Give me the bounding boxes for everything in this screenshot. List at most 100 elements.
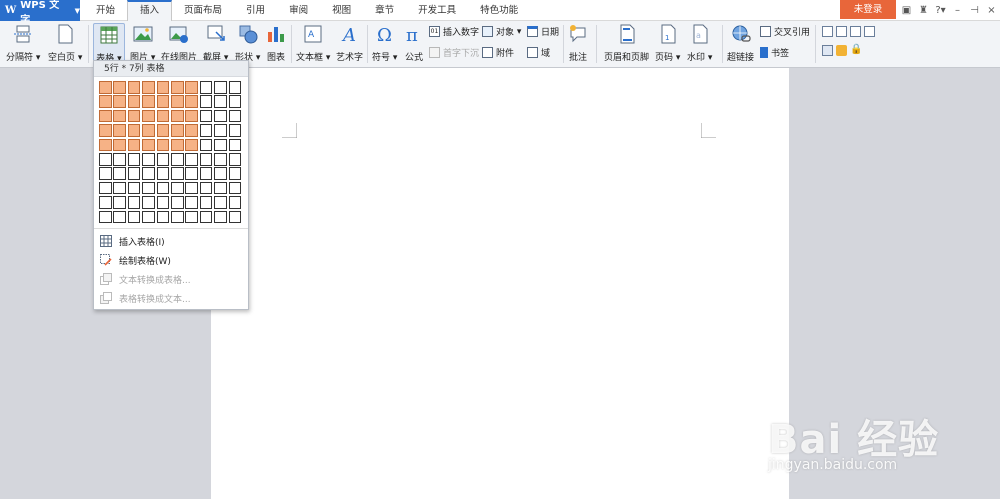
table-size-cell[interactable] bbox=[142, 81, 155, 94]
table-size-cell[interactable] bbox=[113, 152, 126, 166]
table-size-cell[interactable] bbox=[113, 210, 126, 224]
table-size-cell[interactable] bbox=[127, 124, 141, 137]
table-size-cell[interactable] bbox=[214, 152, 227, 166]
watermark-button[interactable]: a 水印 ▾ bbox=[687, 24, 712, 63]
table-size-cell[interactable] bbox=[199, 210, 213, 224]
date-button[interactable]: 日期 bbox=[527, 25, 559, 38]
table-size-cell[interactable] bbox=[99, 196, 112, 209]
table-size-cell[interactable] bbox=[127, 167, 141, 180]
insert-table-menu-item[interactable]: 插入表格(I) bbox=[100, 232, 165, 250]
blank-page-button[interactable]: 空白页 ▾ bbox=[48, 24, 82, 63]
table-size-cell[interactable] bbox=[199, 196, 213, 209]
page-number-button[interactable]: 1 页码 ▾ bbox=[655, 24, 680, 63]
picture-button[interactable]: 图片 ▾ bbox=[130, 24, 155, 63]
form-checkbox-icon[interactable] bbox=[836, 26, 847, 37]
comment-button[interactable]: 批注 bbox=[568, 24, 588, 63]
table-size-cell[interactable] bbox=[156, 81, 170, 94]
table-size-cell[interactable] bbox=[99, 81, 112, 94]
table-size-cell[interactable] bbox=[199, 138, 213, 152]
textbox-button[interactable]: A 文本框 ▾ bbox=[296, 24, 330, 63]
table-size-cell[interactable] bbox=[156, 109, 170, 123]
table-size-cell[interactable] bbox=[185, 167, 198, 180]
table-size-cell[interactable] bbox=[113, 181, 126, 195]
table-size-cell[interactable] bbox=[170, 95, 184, 108]
formula-button[interactable]: π 公式 bbox=[404, 24, 424, 63]
table-size-cell[interactable] bbox=[142, 138, 155, 152]
table-size-cell[interactable] bbox=[170, 210, 184, 224]
table-size-cell[interactable] bbox=[170, 81, 184, 94]
table-size-cell[interactable] bbox=[185, 181, 198, 195]
table-size-cell[interactable] bbox=[156, 196, 170, 209]
table-size-cell[interactable] bbox=[185, 95, 198, 108]
table-size-cell[interactable] bbox=[113, 196, 126, 209]
table-size-cell[interactable] bbox=[99, 167, 112, 180]
text-to-table-menu-item[interactable]: 文本转换成表格... bbox=[100, 270, 191, 288]
table-size-cell[interactable] bbox=[214, 196, 227, 209]
form-list-icon[interactable] bbox=[864, 26, 875, 37]
table-size-cell[interactable] bbox=[214, 81, 227, 94]
form-design-icon[interactable] bbox=[822, 45, 833, 56]
table-size-cell[interactable] bbox=[99, 138, 112, 152]
table-size-cell[interactable] bbox=[127, 109, 141, 123]
table-size-cell[interactable] bbox=[185, 124, 198, 137]
table-size-cell[interactable] bbox=[199, 152, 213, 166]
table-size-cell[interactable] bbox=[228, 167, 242, 180]
table-size-cell[interactable] bbox=[228, 152, 242, 166]
table-size-cell[interactable] bbox=[170, 109, 184, 123]
table-size-cell[interactable] bbox=[156, 152, 170, 166]
tab-view[interactable]: 视图 bbox=[320, 0, 363, 21]
table-button[interactable]: 表格 ▾ bbox=[93, 23, 125, 65]
wordart-button[interactable]: A 艺术字 bbox=[336, 24, 363, 63]
lock-icon[interactable]: 🔒 bbox=[850, 45, 862, 56]
drop-cap-button[interactable]: 首字下沉 bbox=[429, 46, 479, 59]
table-size-cell[interactable] bbox=[127, 210, 141, 224]
table-size-cell[interactable] bbox=[228, 181, 242, 195]
table-size-cell[interactable] bbox=[228, 81, 242, 94]
shapes-button[interactable]: 形状 ▾ bbox=[235, 24, 260, 63]
online-picture-button[interactable]: 在线图片 bbox=[161, 24, 197, 63]
table-size-cell[interactable] bbox=[214, 109, 227, 123]
table-size-cell[interactable] bbox=[228, 196, 242, 209]
table-size-cell[interactable] bbox=[99, 109, 112, 123]
table-size-cell[interactable] bbox=[170, 138, 184, 152]
tab-insert[interactable]: 插入 bbox=[127, 0, 173, 22]
table-size-cell[interactable] bbox=[142, 210, 155, 224]
hyperlink-button[interactable]: 超链接 bbox=[727, 24, 754, 63]
object-button[interactable]: 对象 ▾ bbox=[482, 25, 521, 38]
tab-section[interactable]: 章节 bbox=[363, 0, 406, 21]
table-size-cell[interactable] bbox=[127, 81, 141, 94]
form-textbox-icon[interactable] bbox=[822, 26, 833, 37]
attachment-button[interactable]: 附件 bbox=[482, 46, 514, 59]
chart-button[interactable]: 图表 bbox=[266, 24, 286, 63]
table-size-cell[interactable] bbox=[99, 124, 112, 137]
table-size-cell[interactable] bbox=[199, 81, 213, 94]
header-footer-button[interactable]: 页眉和页脚 bbox=[604, 24, 649, 63]
table-size-cell[interactable] bbox=[214, 210, 227, 224]
table-size-cell[interactable] bbox=[99, 210, 112, 224]
table-size-cell[interactable] bbox=[170, 152, 184, 166]
cross-reference-button[interactable]: 交叉引用 bbox=[760, 25, 810, 38]
table-size-cell[interactable] bbox=[228, 95, 242, 108]
table-size-cell[interactable] bbox=[170, 124, 184, 137]
table-size-cell[interactable] bbox=[185, 210, 198, 224]
tab-review[interactable]: 审阅 bbox=[277, 0, 320, 21]
table-size-cell[interactable] bbox=[170, 181, 184, 195]
page-break-button[interactable]: 分隔符 ▾ bbox=[6, 24, 40, 63]
tab-developer[interactable]: 开发工具 bbox=[406, 0, 468, 21]
table-size-cell[interactable] bbox=[228, 109, 242, 123]
table-size-cell[interactable] bbox=[185, 196, 198, 209]
eraser-icon[interactable] bbox=[836, 45, 847, 56]
table-size-cell[interactable] bbox=[228, 124, 242, 137]
table-size-cell[interactable] bbox=[127, 152, 141, 166]
table-size-cell[interactable] bbox=[113, 81, 126, 94]
insert-number-button[interactable]: 01 插入数字 bbox=[429, 25, 479, 38]
table-size-cell[interactable] bbox=[113, 138, 126, 152]
table-size-cell[interactable] bbox=[156, 124, 170, 137]
tab-special-features[interactable]: 特色功能 bbox=[468, 0, 530, 21]
table-size-cell[interactable] bbox=[113, 109, 126, 123]
table-size-cell[interactable] bbox=[170, 196, 184, 209]
draw-table-menu-item[interactable]: 绘制表格(W) bbox=[100, 251, 171, 269]
minimize-icon[interactable]: – bbox=[949, 5, 966, 16]
table-size-cell[interactable] bbox=[185, 109, 198, 123]
bookmark-button[interactable]: 书签 bbox=[760, 46, 789, 59]
